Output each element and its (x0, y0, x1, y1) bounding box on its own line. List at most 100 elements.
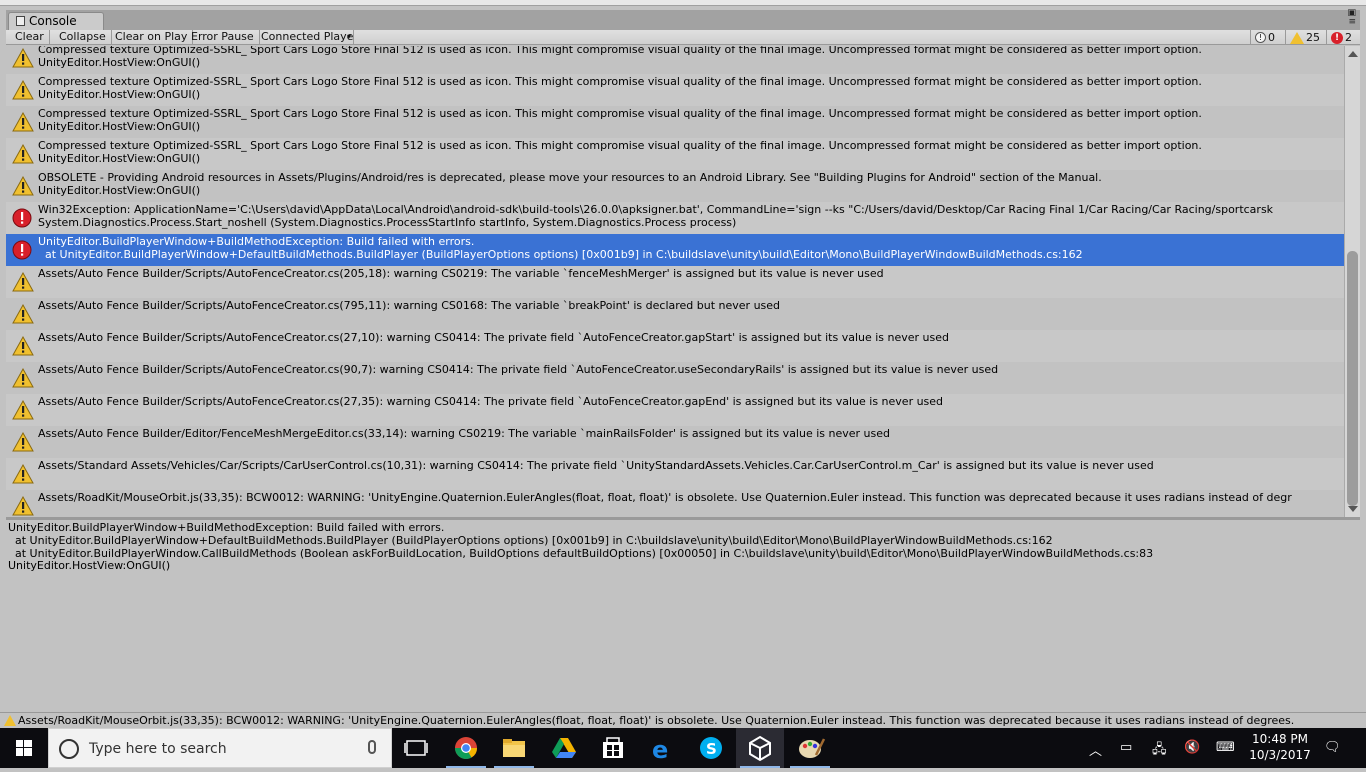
scrollbar-thumb[interactable] (1347, 251, 1358, 506)
warning-count: 25 (1306, 30, 1320, 44)
svg-text:e: e (652, 736, 668, 764)
log-entry-warning[interactable]: Compressed texture Optimized-SSRL_ Sport… (6, 138, 1344, 170)
log-list[interactable]: Compressed texture Optimized-SSRL_ Sport… (6, 46, 1344, 517)
log-entry-warning[interactable]: Assets/Auto Fence Builder/Scripts/AutoFe… (6, 394, 1344, 426)
warning-icon (12, 176, 34, 196)
log-entry-message: Assets/Auto Fence Builder/Scripts/AutoFe… (38, 267, 884, 280)
error-icon (12, 208, 32, 228)
log-entry-message: Assets/Auto Fence Builder/Scripts/AutoFe… (38, 363, 999, 376)
cortana-icon (59, 739, 79, 759)
clock-time: 10:48 PM (1252, 732, 1308, 746)
warning-icon (12, 272, 34, 292)
collapse-button[interactable]: Collapse (54, 30, 112, 45)
log-entry-message: UnityEditor.BuildPlayerWindow+BuildMetho… (38, 235, 475, 248)
error-count-toggle[interactable]: ! 2 (1326, 30, 1352, 45)
log-entry-message: Assets/Auto Fence Builder/Scripts/AutoFe… (38, 331, 950, 344)
taskbar-edge[interactable]: e (638, 728, 686, 768)
show-hidden-icons-chevron-icon[interactable]: ︿ (1089, 740, 1102, 759)
taskbar-search-box[interactable]: Type here to search (48, 728, 392, 768)
taskbar-clock[interactable]: 10:48 PM 10/3/2017 (1244, 731, 1316, 763)
log-entry-error[interactable]: Win32Exception: ApplicationName='C:\User… (6, 202, 1344, 234)
start-button[interactable] (0, 728, 48, 768)
search-placeholder: Type here to search (89, 741, 227, 757)
log-entry-warning[interactable]: Assets/Auto Fence Builder/Scripts/AutoFe… (6, 298, 1344, 330)
error-icon (12, 240, 32, 260)
log-entry-warning[interactable]: Compressed texture Optimized-SSRL_ Sport… (6, 74, 1344, 106)
unity-icon (749, 735, 771, 762)
error-icon: ! (1331, 31, 1343, 44)
warning-icon (12, 368, 34, 388)
info-count-toggle[interactable]: ! 0 (1250, 30, 1275, 45)
battery-icon[interactable]: ▭ (1120, 740, 1132, 755)
network-icon[interactable]: 🖧 (1152, 740, 1167, 762)
taskbar-chrome[interactable] (442, 728, 490, 768)
windows-logo-icon (16, 740, 32, 756)
log-entry-message: Assets/RoadKit/MouseOrbit.js(33,35): BCW… (38, 491, 1292, 504)
console-tab-icon (16, 16, 25, 26)
log-entry-warning[interactable]: Assets/Auto Fence Builder/Scripts/AutoFe… (6, 330, 1344, 362)
log-entry-message: Compressed texture Optimized-SSRL_ Sport… (38, 46, 1202, 56)
error-pause-button[interactable]: Error Pause (186, 30, 260, 45)
log-entry-stack: UnityEditor.HostView:OnGUI() (38, 55, 201, 69)
warning-icon (12, 112, 34, 132)
log-entry-warning[interactable]: OBSOLETE - Providing Android resources i… (6, 170, 1344, 202)
taskbar-store[interactable] (589, 728, 637, 768)
microphone-icon[interactable] (368, 740, 376, 754)
tab-console-label: Console (29, 14, 77, 28)
stack-trace-detail[interactable]: UnityEditor.BuildPlayerWindow+BuildMetho… (6, 520, 1360, 712)
window-top-border (0, 0, 1366, 6)
connected-player-dropdown[interactable]: Connected Player ▾ (256, 30, 354, 45)
keyboard-icon[interactable]: ⌨ (1216, 740, 1235, 755)
volume-muted-icon[interactable]: 🔇 (1184, 740, 1200, 755)
menu-icon[interactable]: ≡ (1347, 18, 1356, 27)
log-entry-warning[interactable]: Assets/RoadKit/MouseOrbit.js(33,35): BCW… (6, 490, 1344, 517)
log-list-scrollbar[interactable] (1344, 46, 1360, 517)
log-entry-error[interactable]: UnityEditor.BuildPlayerWindow+BuildMetho… (6, 234, 1344, 266)
task-view-button[interactable] (392, 728, 440, 768)
taskbar-file-explorer[interactable] (490, 728, 538, 768)
log-entry-message: Win32Exception: ApplicationName='C:\User… (38, 203, 1274, 216)
taskbar-paint[interactable] (786, 728, 834, 768)
log-entry-warning[interactable]: Compressed texture Optimized-SSRL_ Sport… (6, 106, 1344, 138)
scroll-up-arrow-icon[interactable] (1348, 51, 1358, 57)
log-entry-stack: UnityEditor.HostView:OnGUI() (38, 183, 201, 197)
window-controls[interactable]: ▣ ≡ (1347, 9, 1356, 27)
log-entry-stack: System.Diagnostics.Process.Start_noshell… (38, 215, 737, 229)
tab-bar (6, 10, 1360, 30)
taskbar-unity[interactable] (736, 728, 784, 768)
tab-console[interactable]: Console (8, 12, 104, 30)
clear-button[interactable]: Clear (10, 30, 50, 45)
dropdown-arrow-icon: ▾ (346, 32, 351, 41)
action-center-icon[interactable]: 🗨 (1324, 740, 1341, 755)
task-view-icon (404, 740, 428, 756)
scroll-down-arrow-icon[interactable] (1348, 506, 1358, 512)
console-toolbar: Clear Collapse Clear on Play Error Pause… (6, 30, 1360, 45)
log-entry-warning[interactable]: Assets/Auto Fence Builder/Scripts/AutoFe… (6, 362, 1344, 394)
log-entry-warning[interactable]: Compressed texture Optimized-SSRL_ Sport… (6, 46, 1344, 74)
log-entry-stack: at UnityEditor.BuildPlayerWindow+Default… (38, 247, 1083, 261)
log-entry-stack: UnityEditor.HostView:OnGUI() (38, 87, 201, 101)
unity-console-window: Console ▣ ≡ Clear Collapse Clear on Play… (0, 0, 1366, 728)
log-entry-message: Assets/Auto Fence Builder/Scripts/AutoFe… (38, 395, 944, 408)
warning-icon (1290, 31, 1304, 44)
log-entry-message: Assets/Auto Fence Builder/Scripts/AutoFe… (38, 299, 781, 312)
warning-count-toggle[interactable]: 25 (1285, 30, 1320, 45)
folder-icon (503, 739, 525, 757)
log-entry-warning[interactable]: Assets/Standard Assets/Vehicles/Car/Scri… (6, 458, 1344, 490)
taskbar-skype[interactable]: S (687, 728, 735, 768)
chrome-icon (455, 737, 477, 759)
warning-icon (12, 144, 34, 164)
warning-icon (12, 80, 34, 100)
log-entry-warning[interactable]: Assets/Auto Fence Builder/Scripts/AutoFe… (6, 266, 1344, 298)
taskbar-google-drive[interactable] (540, 728, 588, 768)
clear-on-play-button[interactable]: Clear on Play (110, 30, 194, 45)
warning-icon (12, 432, 34, 452)
google-drive-icon (552, 738, 576, 758)
log-entry-warning[interactable]: Assets/Auto Fence Builder/Editor/FenceMe… (6, 426, 1344, 458)
warning-icon (12, 304, 34, 324)
status-bar[interactable]: Assets/RoadKit/MouseOrbit.js(33,35): BCW… (0, 712, 1366, 728)
log-entry-message: Compressed texture Optimized-SSRL_ Sport… (38, 107, 1202, 120)
connected-player-label: Connected Player (261, 30, 354, 43)
status-message: Assets/RoadKit/MouseOrbit.js(33,35): BCW… (18, 714, 1295, 727)
paint-icon (799, 738, 826, 758)
